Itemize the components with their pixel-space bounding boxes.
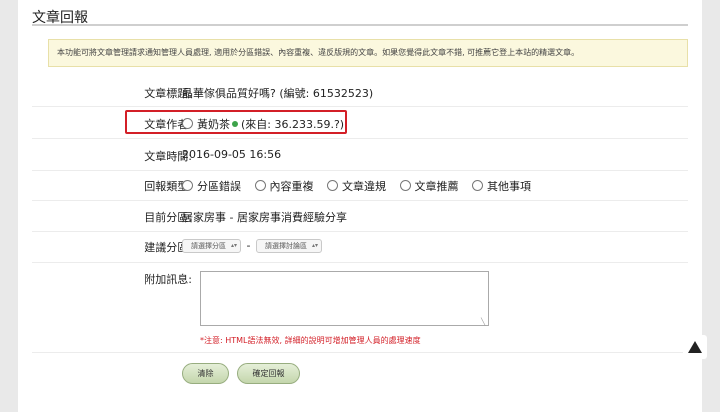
type-option[interactable]: 其他事項: [472, 180, 531, 193]
submit-report-button[interactable]: 確定回報: [237, 363, 300, 384]
info-notice: 本功能可將文章管理請求通知管理人員處理, 適用於分區錯誤、內容重複、違反版規的文…: [48, 39, 688, 67]
online-dot-icon: [232, 121, 238, 127]
clear-button[interactable]: 清除: [182, 363, 229, 384]
radio-icon[interactable]: [182, 180, 193, 191]
report-panel: 文章回報 本功能可將文章管理請求通知管理人員處理, 適用於分區錯誤、內容重複、違…: [18, 0, 702, 412]
divider: [32, 138, 688, 139]
radio-icon[interactable]: [327, 180, 338, 191]
extra-message-textarea[interactable]: [200, 271, 489, 326]
divider: [32, 106, 688, 107]
author-name-link[interactable]: 黃奶茶: [197, 118, 230, 131]
radio-icon[interactable]: [399, 180, 411, 191]
divider: [32, 170, 688, 171]
divider: [32, 200, 688, 201]
type-option[interactable]: 分區錯誤: [182, 180, 241, 193]
user-icon: [182, 118, 193, 129]
zone-value: 居家房事 - 居家房事消費經驗分享: [182, 211, 347, 224]
page-title: 文章回報: [32, 10, 88, 26]
suggest-selects: 請選擇分區 ▴▾ - 請選擇討論區 ▴▾: [182, 239, 322, 253]
author-ip: (來自: 36.233.59.?): [241, 118, 345, 131]
select-separator: -: [246, 239, 251, 252]
type-options: 分區錯誤 內容重複 文章違規 文章推薦 其他事項: [182, 178, 541, 194]
scroll-top-button[interactable]: [683, 335, 707, 359]
chevron-updown-icon: ▴▾: [230, 242, 237, 249]
html-hint: *注意: HTML語法無效, 詳細的說明可增加管理人員的處理速度: [200, 336, 421, 345]
zone-select[interactable]: 請選擇分區 ▴▾: [182, 239, 241, 253]
triangle-up-icon: [688, 341, 702, 353]
chevron-updown-icon: ▴▾: [311, 242, 318, 249]
type-option[interactable]: 文章推薦: [399, 180, 459, 193]
extra-label: 附加訊息:: [144, 273, 192, 286]
title-value: 晶華傢俱品質好嗎? (編號: 61532523): [182, 87, 374, 100]
divider: [32, 352, 688, 353]
author-value: 黃奶茶 (來自: 36.233.59.?): [182, 116, 344, 132]
radio-icon[interactable]: [472, 180, 483, 191]
time-value: 2016-09-05 16:56: [182, 148, 282, 161]
section-header: 文章回報: [32, 4, 688, 26]
divider: [32, 231, 688, 232]
forum-select[interactable]: 請選擇討論區 ▴▾: [255, 239, 322, 253]
divider: [32, 262, 688, 263]
radio-icon[interactable]: [254, 180, 266, 191]
type-option[interactable]: 文章違規: [327, 180, 386, 193]
resize-grip-icon[interactable]: ╲: [481, 318, 485, 326]
type-option[interactable]: 內容重複: [254, 180, 314, 193]
